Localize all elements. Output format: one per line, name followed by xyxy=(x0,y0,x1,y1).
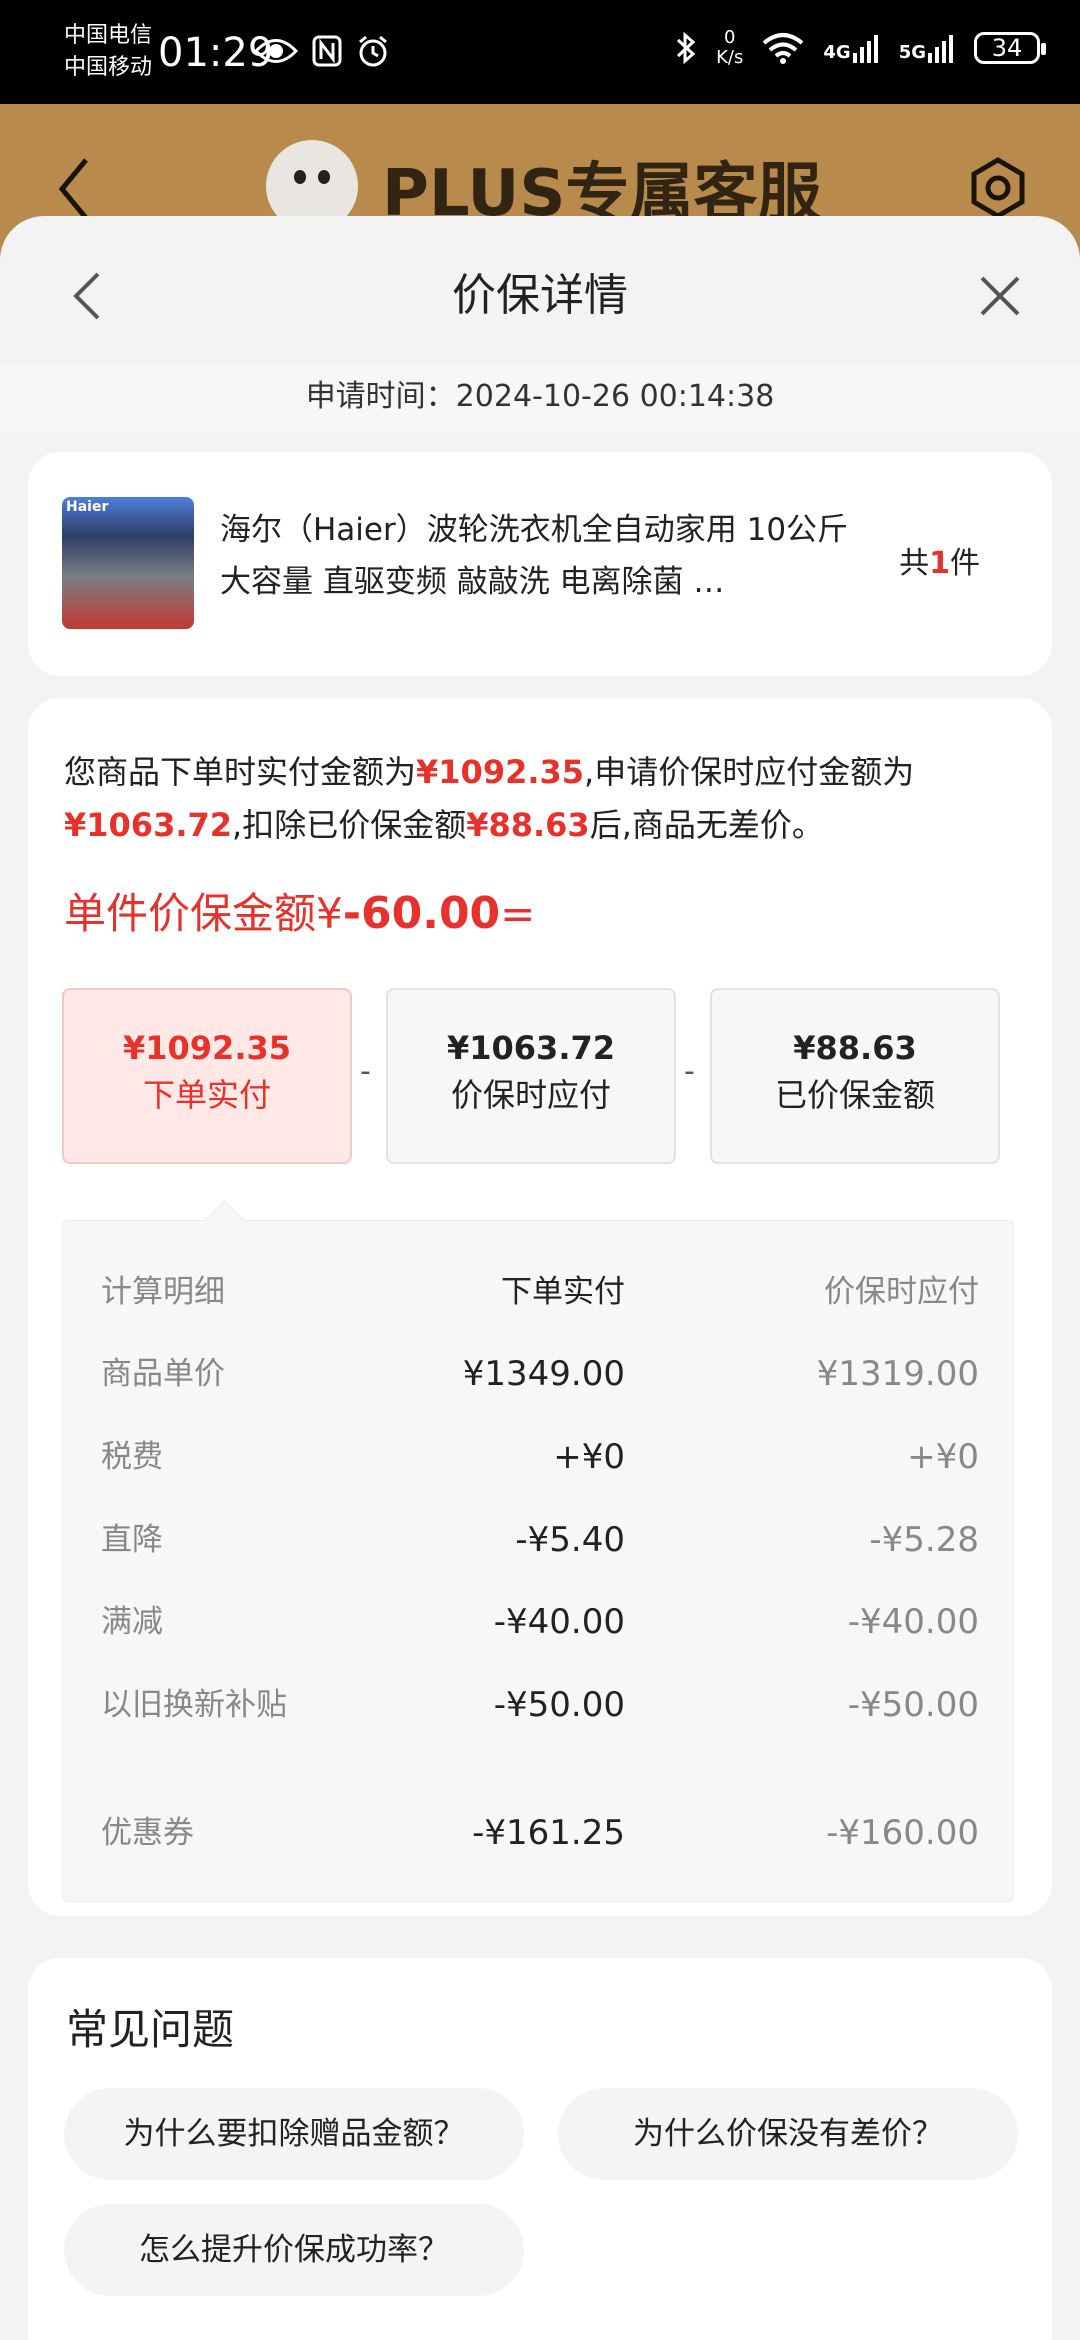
row-now-value: -¥160.00 xyxy=(826,1813,979,1853)
signal-bars-icon xyxy=(852,35,878,63)
breakdown-header-item: 计算明细 xyxy=(101,1274,225,1310)
signal-4g-label: 4G xyxy=(823,42,851,63)
row-now-value: -¥50.00 xyxy=(847,1685,979,1725)
sheet-header: 价保详情 xyxy=(0,216,1080,366)
product-brand-label: Haier xyxy=(66,499,109,515)
minus-operator: - xyxy=(684,1054,695,1089)
net-speed-unit: K/s xyxy=(716,47,744,68)
wifi-icon xyxy=(763,33,804,64)
carrier-1: 中国电信 xyxy=(64,23,153,48)
nfc-icon xyxy=(312,35,342,67)
signal-5g: 5G xyxy=(899,33,956,63)
net-speed: 0 K/s xyxy=(716,28,743,68)
faq-item-gift-deduction[interactable]: 为什么要扣除赠品金额？ xyxy=(64,2088,524,2180)
status-right-icons: 0 K/s 4G 5G 34 xyxy=(674,28,1046,68)
row-now-value: +¥0 xyxy=(907,1437,979,1477)
summary-text-3: ,扣除已价保金额 xyxy=(232,806,467,844)
box-protected-amount: ¥88.63 xyxy=(793,1029,917,1067)
summary-paid-amount: ¥1092.35 xyxy=(416,753,585,791)
status-bar: 中国电信 中国移动 01:29 0 K/s 4G 5G 34 xyxy=(0,0,1080,104)
summary-protected-amount: ¥88.63 xyxy=(466,806,590,844)
formula-boxes: ¥1092.35 下单实付 - ¥1063.72 价保时应付 - ¥88.63 … xyxy=(62,988,1010,1168)
qty-number: 1 xyxy=(929,546,950,581)
product-thumbnail: Haier xyxy=(62,497,194,629)
row-now-value: -¥5.28 xyxy=(869,1520,979,1560)
apply-time: 申请时间：2024-10-26 00:14:38 xyxy=(0,366,1080,432)
signal-5g-label: 5G xyxy=(898,42,926,63)
row-paid-value: -¥161.25 xyxy=(472,1813,625,1853)
alarm-icon xyxy=(359,35,387,67)
box-should-pay-amount: ¥1063.72 xyxy=(446,1029,615,1067)
price-summary-text: 您商品下单时实付金额为¥1092.35,申请价保时应付金额为 ¥1063.72,扣… xyxy=(64,746,1004,852)
signal-4g: 4G xyxy=(823,33,880,63)
faq-card: 常见问题 为什么要扣除赠品金额？ 为什么价保没有差价？ 怎么提升价保成功率？ xyxy=(28,1958,1052,2340)
price-protection-sheet: 价保详情 申请时间：2024-10-26 00:14:38 Haier 海尔（H… xyxy=(0,216,1080,2340)
box-should-pay[interactable]: ¥1063.72 价保时应付 xyxy=(386,988,676,1164)
faq-title: 常见问题 xyxy=(66,2005,235,2054)
summary-text-1: 您商品下单时实付金额为 xyxy=(64,753,417,791)
faq-item-no-difference[interactable]: 为什么价保没有差价？ xyxy=(558,2088,1018,2180)
close-icon[interactable] xyxy=(972,268,1028,324)
row-paid-value: -¥40.00 xyxy=(493,1602,625,1642)
product-quantity: 共1件 xyxy=(899,544,980,584)
row-paid-value: -¥5.40 xyxy=(515,1520,625,1560)
per-unit-protection-amount: 单件价保金额¥-60.00= xyxy=(64,886,535,942)
product-name: 海尔（Haier）波轮洗衣机全自动家用 10公斤大容量 直驱变频 敲敲洗 电离除… xyxy=(220,512,849,600)
battery-indicator: 34 xyxy=(974,32,1046,64)
row-paid-value: ¥1349.00 xyxy=(462,1354,625,1394)
box-paid-label: 下单实付 xyxy=(142,1076,271,1114)
box-paid-amount: ¥1092.35 xyxy=(122,1029,291,1067)
back-arrow-icon[interactable] xyxy=(54,154,94,224)
eye-icon xyxy=(254,39,298,63)
row-label: 税费 xyxy=(101,1439,163,1475)
signal-bars-icon xyxy=(928,35,953,63)
box-protected[interactable]: ¥88.63 已价保金额 xyxy=(710,988,1000,1164)
bluetooth-icon xyxy=(677,31,696,65)
summary-should-pay-amount: ¥1063.72 xyxy=(64,806,233,844)
net-speed-value: 0 xyxy=(724,27,736,48)
price-detail-card: 您商品下单时实付金额为¥1092.35,申请价保时应付金额为¥1063.72,扣… xyxy=(28,698,1052,1916)
row-paid-value: +¥0 xyxy=(553,1437,625,1477)
summary-text-2: ,申请价保时应付金额为 xyxy=(584,753,915,791)
minus-operator: - xyxy=(360,1054,371,1089)
row-now-value: ¥1319.00 xyxy=(816,1354,979,1394)
box-protected-label: 已价保金额 xyxy=(774,1076,935,1114)
breakdown-header-now: 价保时应付 xyxy=(824,1274,979,1310)
carrier-info: 中国电信 中国移动 xyxy=(64,20,152,84)
per-unit-value: -60.00 xyxy=(342,888,501,939)
box-paid[interactable]: ¥1092.35 下单实付 xyxy=(62,988,352,1164)
row-label: 满减 xyxy=(101,1604,163,1640)
box-should-pay-label: 价保时应付 xyxy=(450,1076,611,1114)
row-label: 直降 xyxy=(101,1522,163,1558)
per-unit-label: 单件价保金额¥ xyxy=(64,889,343,938)
summary-text-4: 后,商品无差价。 xyxy=(589,806,824,844)
row-now-value: -¥40.00 xyxy=(847,1602,979,1642)
settings-icon[interactable] xyxy=(966,156,1030,220)
qty-prefix: 共 xyxy=(899,546,930,581)
sheet-title: 价保详情 xyxy=(452,270,628,321)
qty-suffix: 件 xyxy=(950,546,980,581)
calculation-breakdown: 计算明细 下单实付 价保时应付 商品单价 ¥1349.00 ¥1319.00 税… xyxy=(62,1220,1014,1902)
breakdown-header-paid: 下单实付 xyxy=(501,1274,625,1310)
carrier-2: 中国移动 xyxy=(64,55,153,80)
row-label: 以旧换新补贴 xyxy=(101,1687,287,1723)
row-paid-value: -¥50.00 xyxy=(493,1685,625,1725)
faq-item-improve-success[interactable]: 怎么提升价保成功率？ xyxy=(64,2204,524,2296)
row-label: 优惠券 xyxy=(101,1815,194,1851)
product-card[interactable]: Haier 海尔（Haier）波轮洗衣机全自动家用 10公斤大容量 直驱变频 敲… xyxy=(28,452,1052,676)
status-left-icons xyxy=(254,34,390,68)
row-label: 商品单价 xyxy=(101,1356,225,1392)
per-unit-suffix: = xyxy=(500,889,536,938)
